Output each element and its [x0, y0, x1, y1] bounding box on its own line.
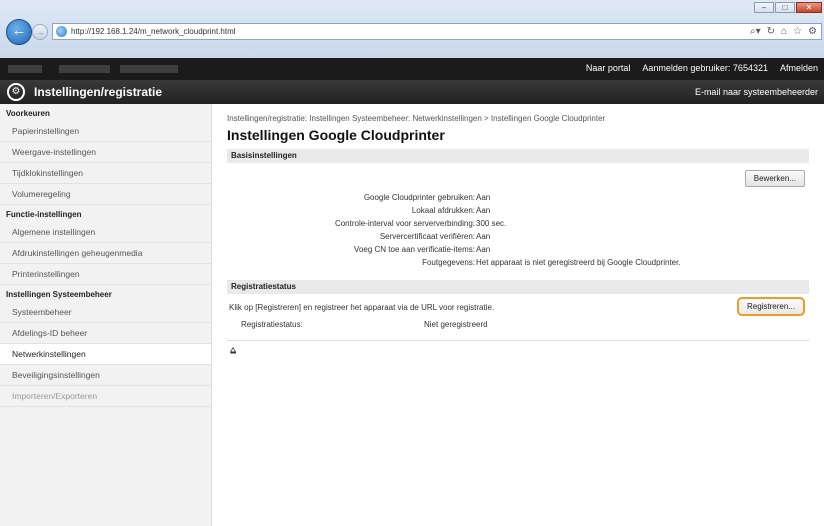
refresh-icon[interactable]: ↻: [767, 25, 775, 39]
favorites-star-icon[interactable]: ☆: [793, 25, 802, 39]
search-dropdown-icon[interactable]: ⌕▾: [750, 25, 761, 39]
sidebar-item-systeembeheer[interactable]: Systeembeheer: [0, 302, 211, 323]
gear-icon: ⚙: [7, 83, 25, 101]
settings-gear-icon[interactable]: ⚙: [808, 25, 817, 39]
section-basic-settings: Basisinstellingen: [227, 149, 809, 163]
title-bar: ⚙ Instellingen/registratie E-mail naar s…: [0, 80, 824, 104]
browser-chrome: – □ ✕ ← → http://192.168.1.24/m_network_…: [0, 0, 824, 58]
setting-label: Controle-interval voor serververbinding:: [334, 219, 475, 228]
setting-label: Lokaal afdrukken:: [411, 206, 475, 215]
settings-list: Google Cloudprinter gebruiken: Aan Lokaa…: [227, 193, 809, 271]
sidebar-item-import-export[interactable]: Importeren/Exporteren: [0, 386, 211, 407]
registration-status-label: Registratiestatus:: [241, 320, 303, 329]
registration-instruction: Klik op [Registreren] en registreer het …: [229, 303, 495, 312]
register-button[interactable]: Registreren...: [736, 297, 805, 316]
sidebar-item-netwerk[interactable]: Netwerkinstellingen: [0, 344, 211, 365]
maximize-button[interactable]: □: [775, 2, 795, 13]
setting-value: Het apparaat is niet geregistreerd bij G…: [476, 258, 681, 267]
sidebar-item-volume[interactable]: Volumeregeling: [0, 184, 211, 205]
sidebar-item-algemeen[interactable]: Algemene instellingen: [0, 222, 211, 243]
setting-row: Google Cloudprinter gebruiken: Aan: [227, 193, 809, 206]
sidebar-item-beveiliging[interactable]: Beveiligingsinstellingen: [0, 365, 211, 386]
breadcrumb: Instellingen/registratie: Instellingen S…: [227, 114, 606, 123]
edit-row: Bewerken...: [227, 163, 809, 193]
setting-row: Voeg CN toe aan verificatie-items: Aan: [227, 245, 809, 258]
edit-button[interactable]: Bewerken...: [744, 170, 805, 187]
sidebar-item-afdelings-id[interactable]: Afdelings-ID beheer: [0, 323, 211, 344]
portal-bar: Naar portal Aanmelden gebruiker: 7654321…: [0, 58, 824, 80]
address-bar-icons: ⌕▾ ↻ ⌂ ☆ ⚙: [750, 25, 817, 39]
back-to-top-icon[interactable]: ⩠: [227, 345, 239, 356]
navigation-row: ← → http://192.168.1.24/m_network_cloudp…: [0, 19, 824, 45]
address-bar[interactable]: http://192.168.1.24/m_network_cloudprint…: [52, 23, 822, 40]
setting-value: Aan: [476, 193, 491, 202]
sidebar-group-title: Functie-instellingen: [6, 210, 82, 219]
back-button[interactable]: ←: [6, 19, 32, 45]
main-content: Instellingen/registratie: Instellingen S…: [227, 104, 809, 356]
setting-value: Aan: [476, 232, 491, 241]
blurred-logo: [8, 65, 178, 73]
home-icon[interactable]: ⌂: [781, 25, 787, 39]
setting-value: Aan: [476, 206, 491, 215]
sidebar: Voorkeuren Papierinstellingen Weergave-i…: [0, 104, 212, 526]
sidebar-item-papierinstellingen[interactable]: Papierinstellingen: [0, 121, 211, 142]
setting-label: Foutgegevens:: [422, 258, 475, 267]
setting-row: Servercertificaat verifiëren: Aan: [227, 232, 809, 245]
logout-link[interactable]: Afmelden: [780, 63, 818, 73]
sidebar-item-geheugenmedia[interactable]: Afdrukinstellingen geheugenmedia: [0, 243, 211, 264]
setting-value: 300 sec.: [476, 219, 507, 228]
portal-link[interactable]: Naar portal: [586, 63, 631, 73]
setting-label: Google Cloudprinter gebruiken:: [363, 193, 475, 202]
minimize-button[interactable]: –: [754, 2, 774, 13]
registration-status-value: Niet geregistreerd: [424, 320, 488, 329]
setting-label: Voeg CN toe aan verificatie-items:: [354, 245, 475, 254]
sidebar-item-weergave[interactable]: Weergave-instellingen: [0, 142, 211, 163]
page-header-title: Instellingen/registratie: [34, 85, 163, 99]
setting-row: Lokaal afdrukken: Aan: [227, 206, 809, 219]
setting-value: Aan: [476, 245, 491, 254]
sidebar-group-title: Voorkeuren: [6, 109, 50, 118]
sidebar-item-printer[interactable]: Printerinstellingen: [0, 264, 211, 285]
close-button[interactable]: ✕: [796, 2, 822, 13]
setting-row: Foutgegevens: Het apparaat is niet gereg…: [227, 258, 809, 271]
page-favicon-icon: [56, 26, 67, 37]
sidebar-group-title: Instellingen Systeembeheer: [6, 290, 112, 299]
registration-row: Klik op [Registreren] en registreer het …: [227, 294, 809, 320]
login-user-link[interactable]: Aanmelden gebruiker: 7654321: [642, 63, 768, 73]
setting-row: Controle-interval voor serververbinding:…: [227, 219, 809, 232]
sidebar-item-tijdklok[interactable]: Tijdklokinstellingen: [0, 163, 211, 184]
page-title: Instellingen Google Cloudprinter: [227, 127, 445, 143]
portal-links: Naar portal Aanmelden gebruiker: 7654321…: [586, 63, 818, 73]
registration-status-row: Registratiestatus: Niet geregistreerd: [227, 320, 809, 334]
setting-label: Servercertificaat verifiëren:: [379, 232, 475, 241]
section-registration-status: Registratiestatus: [227, 280, 809, 294]
window-controls: – □ ✕: [754, 2, 822, 13]
divider: [227, 340, 809, 341]
email-admin-link[interactable]: E-mail naar systeembeheerder: [695, 87, 818, 97]
url-text[interactable]: http://192.168.1.24/m_network_cloudprint…: [71, 27, 236, 36]
forward-button[interactable]: →: [32, 24, 48, 40]
